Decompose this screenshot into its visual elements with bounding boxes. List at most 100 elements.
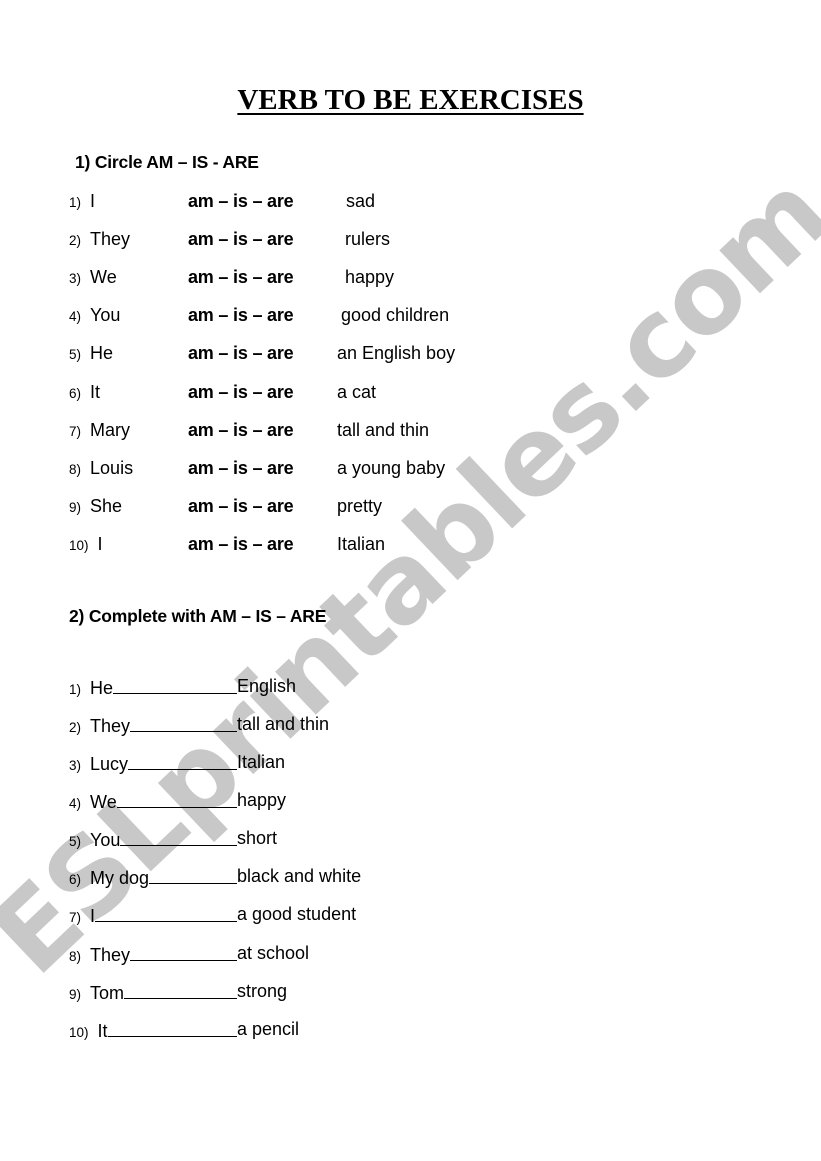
exercise1-item: 7) Mary am – is – are tall and thin — [69, 420, 429, 444]
exercise2-item: 9) Tom strong — [69, 981, 287, 1005]
item-predicate: strong — [237, 981, 288, 1001]
item-subject: He — [90, 678, 114, 698]
item-subject: You — [90, 830, 121, 850]
answer-blank[interactable] — [124, 981, 237, 999]
item-subject: He — [90, 343, 114, 363]
answer-blank[interactable] — [107, 1019, 237, 1037]
item-number: 9) — [69, 987, 82, 1002]
item-number: 6) — [69, 872, 82, 887]
exercise2-heading: 2) Complete with AM – IS – ARE — [69, 606, 327, 626]
item-number: 9) — [69, 500, 82, 515]
item-number: 5) — [69, 347, 82, 362]
item-number: 8) — [69, 949, 82, 964]
answer-blank[interactable] — [149, 866, 237, 884]
verb-options[interactable]: am – is – are — [188, 534, 294, 555]
exercise1-item: 3) We am – is – are happy — [69, 267, 394, 291]
item-predicate: an English boy — [337, 343, 456, 363]
exercise1-heading: 1) Circle AM – IS - ARE — [75, 152, 259, 172]
worksheet-page: ESLprintables.com VERB TO BE EXERCISES 1… — [0, 0, 821, 1161]
item-predicate: pretty — [337, 496, 383, 516]
verb-options[interactable]: am – is – are — [188, 191, 294, 212]
exercise1-item: 2) They am – is – are rulers — [69, 229, 390, 253]
verb-options[interactable]: am – is – are — [188, 229, 294, 250]
item-predicate: Italian — [337, 534, 386, 554]
verb-options[interactable]: am – is – are — [188, 496, 294, 517]
item-subject: Mary — [90, 420, 131, 440]
item-subject: Louis — [90, 458, 134, 478]
page-title: VERB TO BE EXERCISES — [237, 84, 584, 116]
exercise2-item: 2) They tall and thin — [69, 714, 329, 738]
exercise1-item: 1) I am – is – are sad — [69, 191, 375, 215]
exercise2-item: 8) They at school — [69, 943, 309, 967]
item-number: 3) — [69, 271, 82, 286]
item-number: 6) — [69, 386, 82, 401]
exercise2-item: 6) My dog black and white — [69, 866, 361, 890]
item-predicate: rulers — [345, 229, 391, 249]
item-number: 5) — [69, 834, 82, 849]
item-predicate: tall and thin — [337, 420, 430, 440]
exercise2-item: 3) Lucy Italian — [69, 752, 285, 776]
item-number: 8) — [69, 462, 82, 477]
verb-options[interactable]: am – is – are — [188, 305, 294, 326]
item-predicate: happy — [345, 267, 395, 287]
answer-blank[interactable] — [113, 676, 237, 694]
answer-blank[interactable] — [116, 790, 237, 808]
exercise1-item: 6) It am – is – are a cat — [69, 382, 376, 406]
item-predicate: black and white — [237, 866, 362, 886]
item-subject: You — [90, 305, 121, 325]
exercise1-item: 5) He am – is – are an English boy — [69, 343, 455, 367]
exercise2-item: 5) You short — [69, 828, 277, 852]
item-number: 7) — [69, 424, 82, 439]
exercise2-item: 1) He English — [69, 676, 296, 700]
item-predicate: short — [237, 828, 278, 848]
item-predicate: a young baby — [337, 458, 446, 478]
answer-blank[interactable] — [120, 828, 237, 846]
worksheet-content: VERB TO BE EXERCISES 1) Circle AM – IS -… — [0, 0, 821, 1161]
item-subject: It — [90, 382, 101, 402]
item-subject: I — [90, 191, 96, 211]
item-subject: They — [90, 945, 131, 965]
item-predicate: at school — [237, 943, 310, 963]
item-subject: They — [90, 716, 131, 736]
item-subject: My dog — [90, 868, 150, 888]
item-number: 10) — [69, 1025, 89, 1040]
item-number: 7) — [69, 910, 82, 925]
answer-blank[interactable] — [130, 943, 237, 961]
verb-options[interactable]: am – is – are — [188, 458, 294, 479]
item-number: 1) — [69, 682, 82, 697]
item-predicate: tall and thin — [237, 714, 330, 734]
answer-blank[interactable] — [128, 752, 237, 770]
item-subject: Tom — [90, 983, 125, 1003]
verb-options[interactable]: am – is – are — [188, 420, 294, 441]
item-subject: It — [97, 1021, 108, 1041]
item-subject: We — [90, 267, 117, 287]
item-number: 2) — [69, 233, 82, 248]
exercise2-item: 7) I a good student — [69, 904, 356, 928]
item-number: 10) — [69, 538, 89, 553]
item-number: 2) — [69, 720, 82, 735]
item-predicate: happy — [237, 790, 287, 810]
exercise2-item: 4) We happy — [69, 790, 286, 814]
item-subject: She — [90, 496, 123, 516]
item-subject: Lucy — [90, 754, 129, 774]
answer-blank[interactable] — [130, 714, 237, 732]
exercise2-item: 10) It a pencil — [69, 1019, 299, 1043]
item-predicate: good children — [341, 305, 450, 325]
verb-options[interactable]: am – is – are — [188, 267, 294, 288]
answer-blank[interactable] — [95, 904, 237, 922]
verb-options[interactable]: am – is – are — [188, 343, 294, 364]
item-predicate: a pencil — [237, 1019, 300, 1039]
item-number: 3) — [69, 758, 82, 773]
item-predicate: sad — [346, 191, 376, 211]
item-number: 1) — [69, 195, 82, 210]
item-predicate: Italian — [237, 752, 286, 772]
exercise1-item: 9) She am – is – are pretty — [69, 496, 382, 520]
item-number: 4) — [69, 796, 82, 811]
item-subject: They — [90, 229, 131, 249]
exercise1-item: 4) You am – is – are good children — [69, 305, 449, 329]
item-predicate: a cat — [337, 382, 377, 402]
item-predicate: English — [237, 676, 297, 696]
verb-options[interactable]: am – is – are — [188, 382, 294, 403]
exercise1-item: 10) I am – is – are Italian — [69, 534, 385, 558]
item-predicate: a good student — [237, 904, 357, 924]
